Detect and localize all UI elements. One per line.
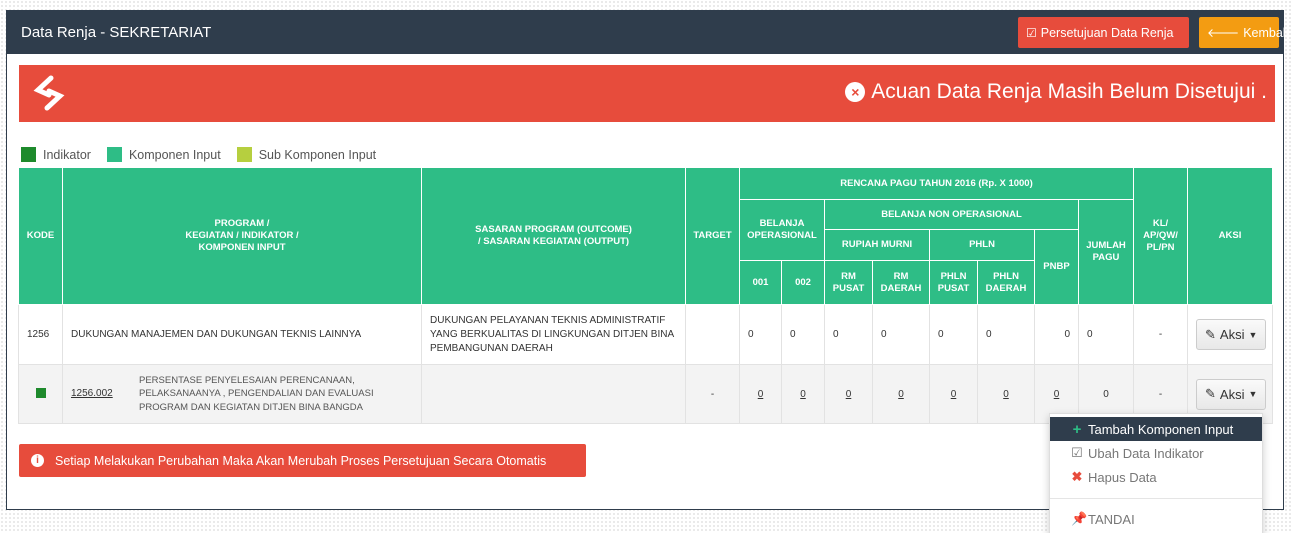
times-circle-icon: × xyxy=(845,82,866,102)
legend-label: Komponen Input xyxy=(128,147,221,162)
col-phln: PHLN xyxy=(929,229,1035,261)
cell-value-link[interactable]: 0 xyxy=(846,389,852,400)
cell-program: 1256.002 PERSENTASE PENYELESAIAN PERENCA… xyxy=(62,364,422,424)
col-aksi: AKSI xyxy=(1187,167,1274,305)
col-belanja-operasional: BELANJA OPERASIONAL xyxy=(739,199,825,261)
arrow-left-icon: 🡐 xyxy=(1207,26,1240,40)
aksi-dropdown-menu: + Tambah Komponen Input ☑ Ubah Data Indi… xyxy=(1049,413,1263,533)
col-jumlah-pagu: JUMLAH PAGU xyxy=(1077,199,1135,305)
aksi-dropdown-button[interactable]: ✎ Aksi ▼ xyxy=(1196,378,1267,410)
cell-value: 0 xyxy=(739,304,782,365)
cell-sasaran xyxy=(421,364,686,424)
approve-label: Persetujuan Data Renja xyxy=(1040,25,1174,40)
back-label: Kembali xyxy=(1243,25,1289,40)
cell-value-link[interactable]: 0 xyxy=(1003,389,1009,400)
col-sasaran: SASARAN PROGRAM (OUTCOME) / SASARAN KEGI… xyxy=(421,167,686,305)
indikator-description: PERSENTASE PENYELESAIAN PERENCANAAN, PEL… xyxy=(139,375,374,413)
indikator-square-icon xyxy=(35,387,46,398)
cell-target: - xyxy=(685,364,740,424)
brand-logo-icon xyxy=(33,75,65,111)
check-square-icon: ☑ xyxy=(1026,25,1037,40)
warning-text: Setiap Melakukan Perubahan Maka Akan Mer… xyxy=(55,453,547,468)
legend: Indikator Komponen Input Sub Komponen In… xyxy=(21,147,392,162)
edit-icon: ☑ xyxy=(1071,445,1083,460)
menu-item-tandai[interactable]: 📌 TANDAI xyxy=(1050,507,1262,531)
page-title: Data Renja - SEKRETARIAT xyxy=(21,24,212,41)
col-rm-pusat: RM PUSAT xyxy=(824,260,873,305)
plus-icon: + xyxy=(1072,420,1082,438)
menu-divider xyxy=(1050,498,1262,499)
col-phln-pusat: PHLN PUSAT xyxy=(929,260,978,305)
menu-item-hapus-data[interactable]: ✖ Hapus Data xyxy=(1050,465,1262,489)
col-kode: KODE xyxy=(18,167,63,305)
cell-value-link[interactable]: 0 xyxy=(951,389,957,400)
legend-item-komponen: Komponen Input xyxy=(106,147,221,162)
col-target: TARGET xyxy=(685,167,740,305)
times-icon: ✖ xyxy=(1071,469,1083,484)
edit-icon: ✎ xyxy=(1205,386,1216,401)
col-belanja-non-operasional: BELANJA NON OPERASIONAL xyxy=(824,199,1079,230)
col-rupiah-murni: RUPIAH MURNI xyxy=(824,229,930,261)
cell-value: 0 xyxy=(1034,304,1079,365)
indikator-code-link[interactable]: 1256.002 xyxy=(71,388,131,399)
pin-icon: 📌 xyxy=(1071,511,1088,526)
legend-swatch xyxy=(21,147,36,162)
legend-swatch xyxy=(106,147,122,162)
cell-value: 0 xyxy=(824,304,873,365)
cell-value-link[interactable]: 0 xyxy=(758,389,764,400)
cell-target xyxy=(685,304,740,365)
col-002: 002 xyxy=(781,260,825,305)
col-kl: KL/ AP/QW/ PL/PN xyxy=(1133,167,1189,305)
legend-label: Sub Komponen Input xyxy=(258,147,377,162)
col-rm-daerah: RM DAERAH xyxy=(872,260,930,305)
col-pnbp: PNBP xyxy=(1034,229,1079,305)
caret-down-icon: ▼ xyxy=(1248,329,1258,340)
alert-message: Acuan Data Renja Masih Belum Disetujui . xyxy=(871,80,1267,103)
cell-value-link[interactable]: 0 xyxy=(800,389,806,400)
cell-aksi: ✎ Aksi ▼ xyxy=(1187,304,1274,365)
aksi-dropdown-button[interactable]: ✎ Aksi ▼ xyxy=(1196,319,1267,350)
menu-item-ubah-indikator[interactable]: ☑ Ubah Data Indikator xyxy=(1050,441,1262,465)
status-alert: × Acuan Data Renja Masih Belum Disetujui… xyxy=(19,65,1275,122)
cell-program: DUKUNGAN MANAJEMEN DAN DUKUNGAN TEKNIS L… xyxy=(62,304,422,365)
cell-value-link[interactable]: 0 xyxy=(1054,389,1060,400)
legend-item-sub-komponen: Sub Komponen Input xyxy=(236,147,377,162)
edit-icon: ✎ xyxy=(1205,326,1216,342)
back-button[interactable]: 🡐 Kembali xyxy=(1199,17,1288,48)
legend-swatch xyxy=(236,147,252,162)
legend-item-indikator: Indikator xyxy=(21,147,91,162)
warning-notice: i Setiap Melakukan Perubahan Maka Akan M… xyxy=(19,444,586,477)
cell-value: 0 xyxy=(929,304,978,365)
approve-renja-button[interactable]: ☑ Persetujuan Data Renja xyxy=(1018,17,1189,48)
cell-value: 0 xyxy=(872,304,930,365)
caret-down-icon: ▼ xyxy=(1248,389,1258,399)
col-rencana-pagu: RENCANA PAGU TAHUN 2016 (Rp. X 1000) xyxy=(738,167,1135,200)
cell-kl: - xyxy=(1133,304,1189,365)
cell-value: 0 xyxy=(781,304,825,365)
renja-table: KODE PROGRAM / KEGIATAN / INDIKATOR / KO… xyxy=(18,167,1274,424)
cell-kode: 1256 xyxy=(18,304,63,365)
info-circle-icon: i xyxy=(31,454,44,467)
col-phln-daerah: PHLN DAERAH xyxy=(977,260,1035,305)
cell-indikator-marker xyxy=(18,364,63,424)
cell-sasaran: DUKUNGAN PELAYANAN TEKNIS ADMINISTRATIF … xyxy=(421,304,686,365)
col-001: 001 xyxy=(739,260,782,305)
cell-jumlah: 0 xyxy=(1077,304,1135,365)
legend-label: Indikator xyxy=(43,147,91,162)
panel-header: Data Renja - SEKRETARIAT ☑ Persetujuan D… xyxy=(7,11,1288,54)
menu-item-tambah-komponen[interactable]: + Tambah Komponen Input xyxy=(1050,417,1262,441)
cell-value: 0 xyxy=(977,304,1035,365)
cell-value-link[interactable]: 0 xyxy=(898,389,904,400)
table-row: 1256 DUKUNGAN MANAJEMEN DAN DUKUNGAN TEK… xyxy=(18,304,1274,365)
col-program: PROGRAM / KEGIATAN / INDIKATOR / KOMPONE… xyxy=(62,167,422,305)
